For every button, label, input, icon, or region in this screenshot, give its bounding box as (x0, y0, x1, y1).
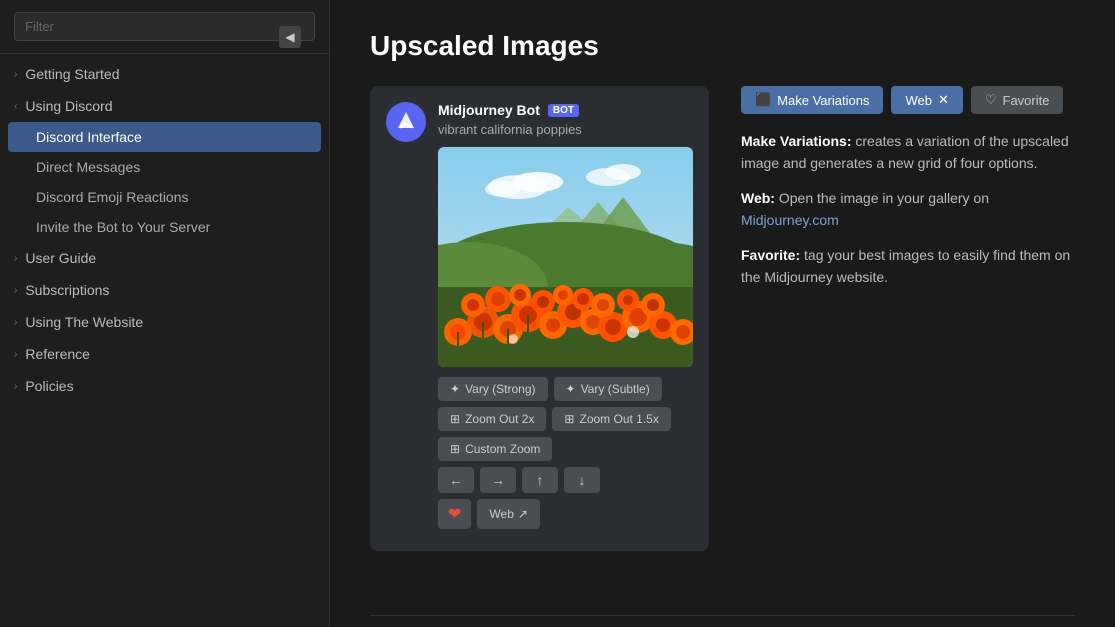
vary-strong-icon: ✦ (450, 382, 460, 396)
sidebar-item-label: Getting Started (25, 66, 119, 82)
web-text: Open the image in your gallery on (779, 190, 989, 206)
favorite-strong: Favorite: (741, 247, 800, 263)
external-link-icon: ↗ (518, 507, 528, 521)
sidebar-collapse-button[interactable]: ◀ (279, 26, 301, 48)
sidebar-item-label: Reference (25, 346, 90, 362)
zoom-buttons-row: ⊞ Zoom Out 2x ⊞ Zoom Out 1.5x ⊞ Custom Z… (438, 407, 693, 461)
arrow-left-button[interactable]: ← (438, 467, 474, 493)
sidebar-item-discord-emoji-reactions[interactable]: Discord Emoji Reactions (0, 182, 329, 212)
sidebar-item-reference[interactable]: Reference (0, 338, 329, 370)
page-title: Upscaled Images (370, 30, 1075, 62)
sidebar-item-label: Subscriptions (25, 282, 109, 298)
chevron-icon (14, 381, 17, 392)
favorite-button[interactable]: ♡ Favorite (971, 86, 1064, 114)
make-variations-button[interactable]: ⬛ Make Variations (741, 86, 883, 114)
action-buttons: ⬛ Make Variations Web ✕ ♡ Favorite (741, 86, 1081, 114)
web-button[interactable]: Web ✕ (891, 86, 962, 114)
midjourney-link[interactable]: Midjourney.com (741, 212, 839, 228)
chevron-icon (14, 69, 17, 80)
make-variations-strong: Make Variations: (741, 133, 852, 149)
sidebar-item-label: Policies (25, 378, 73, 394)
sidebar-item-discord-interface[interactable]: Discord Interface (8, 122, 321, 152)
web-close-icon: ✕ (938, 92, 949, 108)
message-text: vibrant california poppies (438, 122, 693, 137)
sidebar-subnav-using-discord: Discord Interface Direct Messages Discor… (0, 122, 329, 242)
main-content: Upscaled Images Midjourney Bot BOT (330, 0, 1115, 627)
arrow-right-button[interactable]: → (480, 467, 516, 493)
section-divider (370, 615, 1075, 616)
sidebar: ◀ Getting Started Using Discord Discord … (0, 0, 330, 627)
zoom-out-1-5x-icon: ⊞ (564, 412, 574, 426)
web-description: Web: Open the image in your gallery on M… (741, 187, 1081, 232)
chevron-icon (10, 104, 21, 107)
heart-web-row: ❤ Web ↗ (438, 499, 693, 529)
bot-badge: BOT (548, 104, 579, 117)
sidebar-item-label: Using The Website (25, 314, 143, 330)
zoom-out-2x-button[interactable]: ⊞ Zoom Out 2x (438, 407, 546, 431)
chevron-icon (14, 285, 17, 296)
make-variations-icon: ⬛ (755, 92, 771, 108)
sidebar-item-label: User Guide (25, 250, 96, 266)
make-variations-description: Make Variations: creates a variation of … (741, 130, 1081, 175)
custom-zoom-icon: ⊞ (450, 442, 460, 456)
web-strong: Web: (741, 190, 775, 206)
heart-outline-icon: ♡ (985, 92, 997, 108)
filter-input[interactable] (14, 12, 315, 41)
chevron-icon (14, 317, 17, 328)
generated-image (438, 147, 693, 367)
sidebar-item-getting-started[interactable]: Getting Started (0, 58, 329, 90)
right-column: ⬛ Make Variations Web ✕ ♡ Favorite Make … (741, 86, 1081, 575)
web-link-button[interactable]: Web ↗ (477, 499, 540, 529)
chevron-icon (14, 253, 17, 264)
content-area: Midjourney Bot BOT vibrant california po… (370, 86, 1075, 575)
zoom-out-2x-icon: ⊞ (450, 412, 460, 426)
sidebar-item-invite-bot[interactable]: Invite the Bot to Your Server (0, 212, 329, 242)
vary-buttons-row: ✦ Vary (Strong) ✦ Vary (Subtle) (438, 377, 693, 401)
message-header: Midjourney Bot BOT (438, 102, 693, 118)
sidebar-item-direct-messages[interactable]: Direct Messages (0, 152, 329, 182)
message-content: Midjourney Bot BOT vibrant california po… (438, 102, 693, 535)
sidebar-item-user-guide[interactable]: User Guide (0, 242, 329, 274)
arrow-buttons-row: ← → ↑ ↓ (438, 467, 693, 493)
sidebar-nav: Getting Started Using Discord Discord In… (0, 54, 329, 406)
zoom-out-1-5x-button[interactable]: ⊞ Zoom Out 1.5x (552, 407, 670, 431)
chevron-icon (14, 349, 17, 360)
heart-button[interactable]: ❤ (438, 499, 471, 529)
sidebar-item-label: Using Discord (25, 98, 112, 114)
discord-message-card: Midjourney Bot BOT vibrant california po… (370, 86, 709, 551)
filter-container: ◀ (0, 0, 329, 54)
sidebar-item-using-the-website[interactable]: Using The Website (0, 306, 329, 338)
custom-zoom-button[interactable]: ⊞ Custom Zoom (438, 437, 552, 461)
vary-subtle-button[interactable]: ✦ Vary (Subtle) (554, 377, 662, 401)
vary-subtle-icon: ✦ (566, 382, 576, 396)
left-column: Midjourney Bot BOT vibrant california po… (370, 86, 709, 575)
arrow-up-button[interactable]: ↑ (522, 467, 558, 493)
action-descriptions: Make Variations: creates a variation of … (741, 130, 1081, 288)
sidebar-item-using-discord[interactable]: Using Discord (0, 90, 329, 122)
bot-name: Midjourney Bot (438, 102, 540, 118)
vary-strong-button[interactable]: ✦ Vary (Strong) (438, 377, 548, 401)
favorite-description: Favorite: tag your best images to easily… (741, 244, 1081, 289)
arrow-down-button[interactable]: ↓ (564, 467, 600, 493)
sidebar-item-subscriptions[interactable]: Subscriptions (0, 274, 329, 306)
sidebar-item-policies[interactable]: Policies (0, 370, 329, 402)
avatar (386, 102, 426, 142)
